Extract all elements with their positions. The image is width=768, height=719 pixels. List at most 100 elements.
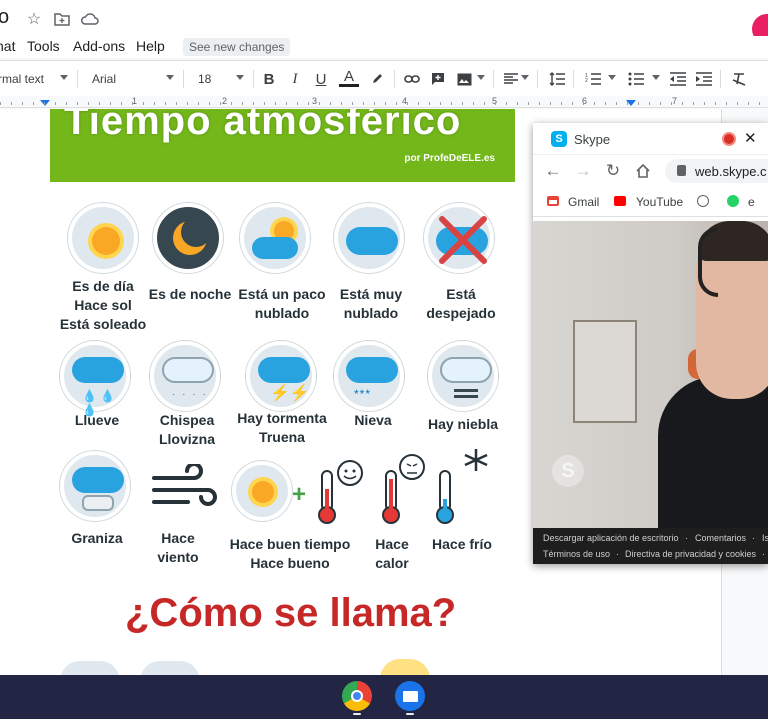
label-wind: Hace viento (157, 530, 199, 565)
ruler-tick (44, 102, 45, 105)
docs-toolbar: rmal text Arial 18 B I U A 1 2 (0, 60, 768, 96)
chevron-down-icon (521, 75, 529, 80)
footer-download-link[interactable]: Descargar aplicación de escritorio (543, 533, 679, 543)
ruler-tick (385, 102, 386, 105)
see-new-changes-link[interactable]: See new changes (183, 38, 291, 56)
ruler-tick (594, 102, 595, 105)
wall-picture-frame (573, 320, 637, 423)
paragraph-style-select[interactable]: rmal text (0, 72, 44, 86)
ruler-tick (187, 102, 188, 105)
ruler-tick (374, 102, 375, 105)
align-icon[interactable] (501, 69, 521, 89)
document-title[interactable]: o (0, 6, 9, 29)
footer-feedback-link[interactable]: Comentarios (695, 533, 746, 543)
star-icon[interactable]: ☆ (24, 9, 44, 29)
wind-icon (150, 462, 220, 514)
whatsapp-icon (727, 195, 739, 207)
line-spacing-icon[interactable] (547, 69, 567, 89)
skype-popup-window[interactable]: S Skype ✕ ← → ↻ web.skype.c Gmail YouTub… (533, 123, 768, 564)
ruler-tick (88, 102, 89, 105)
label-hail: Graniza (71, 530, 123, 546)
link-icon[interactable] (402, 69, 422, 89)
ruler-tick (506, 102, 507, 105)
menu-add-ons[interactable]: Add-ons (73, 38, 125, 54)
footer-privacy-link[interactable]: Directiva de privacidad y cookies (625, 549, 756, 559)
reload-icon[interactable]: ↻ (603, 161, 623, 181)
address-bar[interactable]: web.skype.c (665, 159, 768, 183)
footer-truncated-link[interactable]: Is (762, 533, 768, 543)
insert-image-icon[interactable] (454, 69, 474, 89)
label-snow: Nieva (354, 412, 392, 428)
decrease-indent-icon[interactable] (668, 69, 688, 89)
ruler-tick (220, 102, 221, 105)
ruler-tick (143, 102, 144, 105)
bulleted-list-icon[interactable] (626, 69, 646, 89)
bold-button[interactable]: B (259, 69, 279, 89)
video-call-feed[interactable]: S (533, 221, 768, 528)
cloud-status-icon[interactable] (80, 9, 100, 29)
ruler-tick (462, 102, 463, 105)
ruler-tick (451, 102, 452, 105)
increase-indent-icon[interactable] (694, 69, 714, 89)
footer-terms-link[interactable]: Términos de uso (543, 549, 610, 559)
rain-icon: 💧💧💧 (60, 341, 130, 417)
chevron-down-icon (60, 75, 68, 80)
clear-sky-crossed-cloud-icon (424, 203, 494, 273)
ruler-tick (99, 102, 100, 105)
ruler-tick (363, 102, 364, 105)
docs-menu-bar: nat Tools Add-ons Help (0, 36, 768, 58)
ruler-tick (616, 102, 617, 105)
back-arrow-icon[interactable]: ← (543, 161, 563, 181)
chrome-app-icon[interactable] (342, 681, 372, 711)
menu-help[interactable]: Help (136, 38, 165, 54)
ruler-tick (275, 102, 276, 105)
text-color-button[interactable]: A (339, 68, 359, 87)
toolbar-divider (720, 70, 721, 88)
menu-format[interactable]: nat (0, 38, 15, 54)
home-icon[interactable] (633, 161, 653, 181)
ruler-tick (396, 102, 397, 105)
plus-icon: + (292, 481, 307, 508)
indent-marker[interactable] (40, 100, 50, 106)
thunderstorm-icon: ⚡⚡ (246, 341, 316, 411)
fog-icon (428, 341, 498, 411)
underline-button[interactable]: U (311, 69, 331, 89)
horizontal-ruler[interactable]: 1234567 (0, 96, 768, 108)
font-family-select[interactable]: Arial (92, 72, 116, 86)
move-to-folder-icon[interactable] (52, 9, 72, 29)
ruler-tick (759, 102, 760, 105)
close-icon[interactable]: ✕ (744, 129, 757, 147)
hot-thermometer-icon (374, 453, 434, 529)
clear-formatting-icon[interactable] (729, 69, 749, 89)
worksheet-credit: por ProfeDeELE.es (404, 153, 495, 164)
toolbar-divider (537, 70, 538, 88)
footer-separator: · (685, 533, 688, 543)
ruler-tick (561, 102, 562, 105)
add-comment-icon[interactable] (428, 69, 448, 89)
files-app-icon[interactable] (395, 681, 425, 711)
skype-title-bar[interactable]: S Skype ✕ (533, 123, 768, 155)
highlight-pen-icon[interactable] (367, 69, 387, 89)
ruler-tick (297, 102, 298, 105)
label-nice-weather: Hace buen tiempo Hace bueno (229, 536, 351, 571)
bookmark-youtube[interactable]: YouTube (636, 195, 683, 209)
italic-button[interactable]: I (285, 69, 305, 89)
ruler-tick (33, 102, 34, 105)
label-partly-cloudy: Está un paco nublado (238, 286, 326, 321)
ruler-tick (330, 102, 331, 105)
numbered-list-icon[interactable]: 12 (583, 69, 603, 89)
question-heading: ¿Cómo se llama? (125, 591, 457, 635)
menu-tools[interactable]: Tools (27, 38, 60, 54)
lock-icon (677, 165, 686, 176)
ruler-tick (66, 102, 67, 105)
font-size-select[interactable]: 18 (198, 72, 211, 86)
ruler-tick (110, 102, 111, 105)
toolbar-divider (77, 70, 78, 88)
ruler-tick (715, 102, 716, 105)
bookmark-gmail[interactable]: Gmail (568, 195, 599, 209)
bookmark-e[interactable]: e (748, 195, 755, 209)
ruler-tick (264, 102, 265, 105)
app-running-indicator (353, 713, 361, 715)
ruler-tick (693, 102, 694, 105)
forward-arrow-icon[interactable]: → (573, 161, 593, 181)
